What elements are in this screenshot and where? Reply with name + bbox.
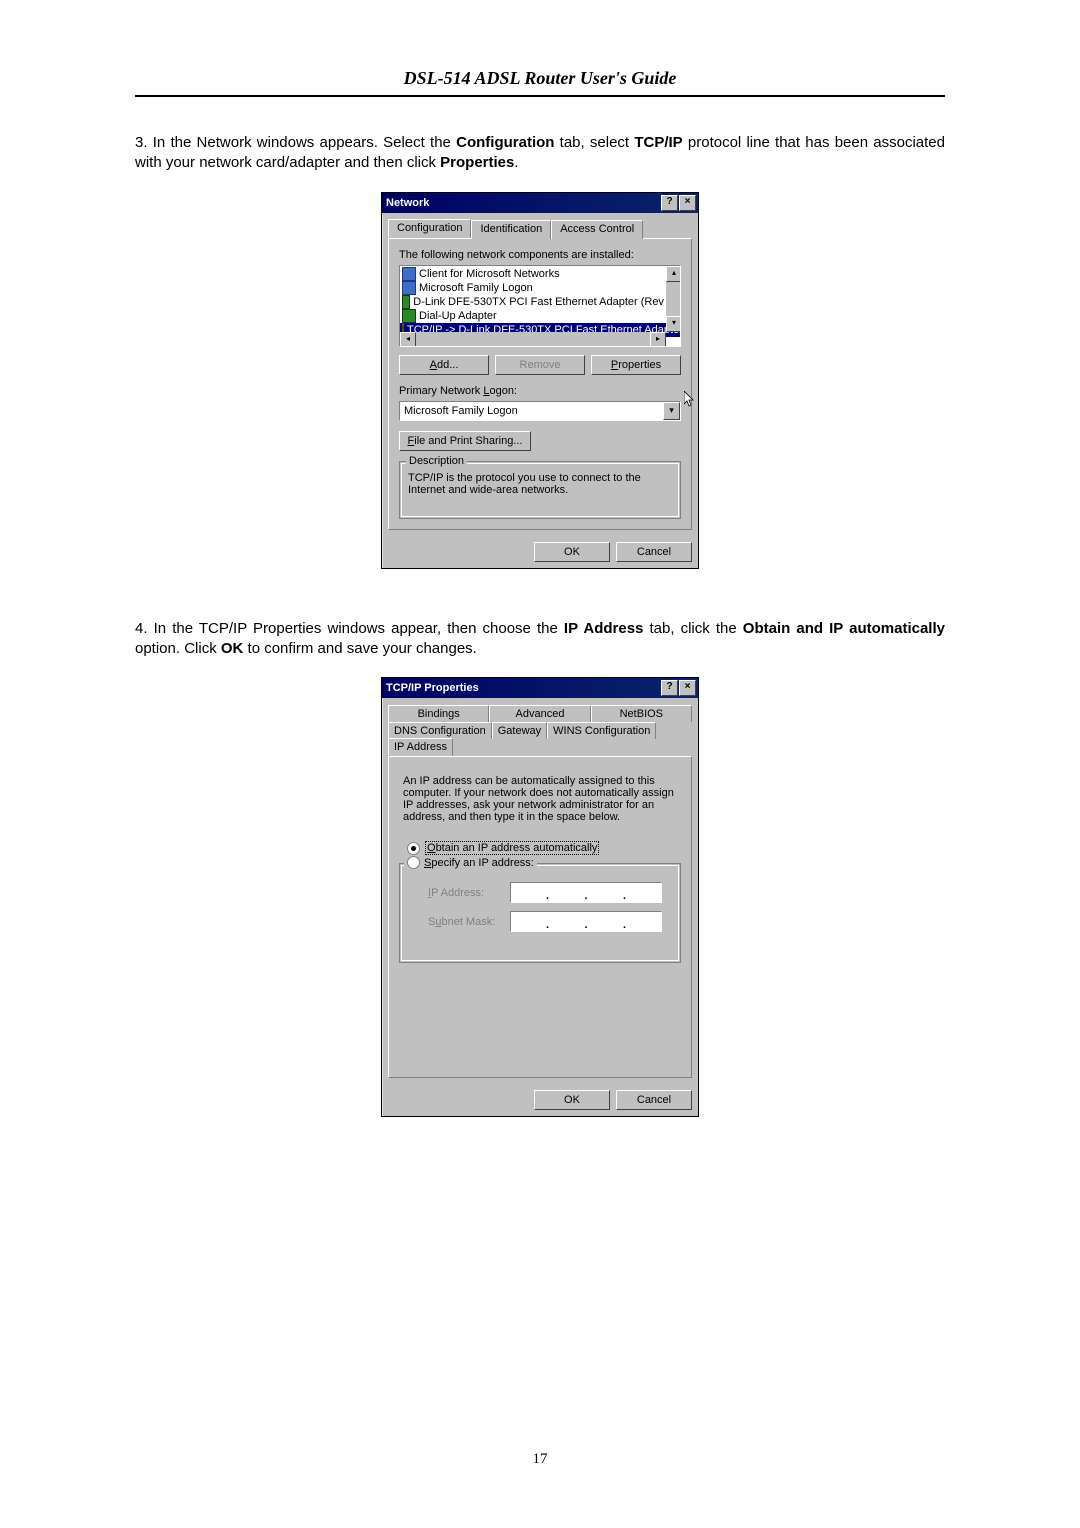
- close-icon[interactable]: ×: [679, 195, 696, 211]
- network-panel: The following network components are ins…: [388, 238, 692, 530]
- add-button[interactable]: Add...: [399, 355, 489, 375]
- tab-netbios[interactable]: NetBIOS: [591, 705, 692, 722]
- scrollbar-horizontal[interactable]: ◂ ▸: [400, 332, 666, 346]
- t: .: [514, 154, 518, 171]
- tcpip-title: TCP/IP Properties: [386, 682, 479, 694]
- components-listbox[interactable]: Client for Microsoft Networks Microsoft …: [399, 265, 681, 347]
- tcpip-tabs-row2: DNS Configuration Gateway WINS Configura…: [382, 721, 698, 756]
- list-item[interactable]: Microsoft Family Logon: [400, 281, 680, 295]
- ip-info-text: An IP address can be automatically assig…: [403, 775, 677, 823]
- ip-address-field[interactable]: . . .: [510, 882, 662, 903]
- b: TCP/IP: [634, 134, 682, 151]
- b: Properties: [440, 154, 514, 171]
- ok-button[interactable]: OK: [534, 542, 610, 562]
- obtain-auto-radio[interactable]: Obtain an IP address automatically: [407, 841, 681, 855]
- list-item[interactable]: Client for Microsoft Networks: [400, 267, 680, 281]
- tab-dns-config[interactable]: DNS Configuration: [388, 722, 492, 739]
- scroll-left-icon[interactable]: ◂: [400, 332, 416, 347]
- remove-button[interactable]: Remove: [495, 355, 585, 375]
- tab-ip-address[interactable]: IP Address: [388, 738, 453, 756]
- tcpip-titlebar[interactable]: TCP/IP Properties ? ×: [382, 678, 698, 698]
- chevron-down-icon[interactable]: ▾: [663, 402, 680, 420]
- radio-dot-icon: [407, 856, 420, 869]
- description-text: TCP/IP is the protocol you use to connec…: [408, 472, 672, 496]
- tab-gateway[interactable]: Gateway: [492, 722, 547, 739]
- client-icon: [402, 281, 416, 295]
- scroll-right-icon[interactable]: ▸: [650, 332, 666, 347]
- network-dialog: Network ? × Configuration Identification…: [381, 192, 699, 569]
- b: Configuration: [456, 134, 554, 151]
- close-icon[interactable]: ×: [679, 680, 696, 696]
- ok-button[interactable]: OK: [534, 1090, 610, 1110]
- cancel-button[interactable]: Cancel: [616, 542, 692, 562]
- tab-wins-config[interactable]: WINS Configuration: [547, 722, 656, 739]
- step3-text: 3. In the Network windows appears. Selec…: [135, 133, 945, 174]
- tab-identification[interactable]: Identification: [471, 220, 551, 239]
- primary-logon-combo[interactable]: Microsoft Family Logon ▾: [399, 401, 681, 421]
- specify-ip-radio[interactable]: [407, 856, 420, 869]
- list-item[interactable]: Dial-Up Adapter: [400, 309, 680, 323]
- step4-text: 4. In the TCP/IP Properties windows appe…: [135, 619, 945, 660]
- scroll-up-icon[interactable]: ▴: [666, 266, 681, 282]
- network-title: Network: [386, 197, 429, 209]
- description-group: Description TCP/IP is the protocol you u…: [399, 461, 681, 519]
- scrollbar-vertical[interactable]: ▴ ▾: [666, 266, 680, 332]
- tcpip-tabs-row1: Bindings Advanced NetBIOS: [382, 698, 698, 721]
- ip-address-row: IP Address: . . .: [428, 882, 672, 903]
- t: to confirm and save your changes.: [243, 640, 476, 657]
- nic-icon: [402, 309, 416, 323]
- list-item[interactable]: D-Link DFE-530TX PCI Fast Ethernet Adapt…: [400, 295, 680, 309]
- description-title: Description: [406, 455, 467, 467]
- b: IP Address: [564, 620, 643, 637]
- t: tab, click the: [643, 620, 742, 637]
- specify-ip-label: Specify an IP address:: [424, 857, 534, 869]
- b: OK: [221, 640, 244, 657]
- client-icon: [402, 267, 416, 281]
- components-label: The following network components are ins…: [399, 249, 681, 261]
- tab-access-control[interactable]: Access Control: [551, 220, 643, 239]
- t: tab, select: [554, 134, 634, 151]
- subnet-mask-field[interactable]: . . .: [510, 911, 662, 932]
- subnet-mask-label: Subnet Mask:: [428, 916, 498, 928]
- file-print-sharing-button[interactable]: File and Print Sharing...: [399, 431, 531, 451]
- primary-logon-value: Microsoft Family Logon: [404, 405, 518, 417]
- ip-address-label: IP Address:: [428, 887, 498, 899]
- tcpip-panel: An IP address can be automatically assig…: [388, 756, 692, 1078]
- help-icon[interactable]: ?: [661, 195, 678, 211]
- t: option. Click: [135, 640, 221, 657]
- scroll-down-icon[interactable]: ▾: [666, 316, 681, 332]
- properties-button[interactable]: Properties: [591, 355, 681, 375]
- radio-dot-icon: [407, 842, 420, 855]
- help-icon[interactable]: ?: [661, 680, 678, 696]
- tab-bindings[interactable]: Bindings: [388, 705, 489, 722]
- step3-num: 3.: [135, 134, 148, 151]
- t: In the TCP/IP Properties windows appear,…: [154, 620, 564, 637]
- page-header: DSL-514 ADSL Router User's Guide: [135, 68, 945, 97]
- step4-num: 4.: [135, 620, 148, 637]
- subnet-mask-row: Subnet Mask: . . .: [428, 911, 672, 932]
- network-tabs: Configuration Identification Access Cont…: [382, 213, 698, 238]
- tcpip-dialog: TCP/IP Properties ? × Bindings Advanced …: [381, 677, 699, 1117]
- page-number: 17: [0, 1451, 1080, 1468]
- primary-logon-label: Primary Network Logon:: [399, 385, 681, 397]
- network-titlebar[interactable]: Network ? ×: [382, 193, 698, 213]
- tab-configuration[interactable]: Configuration: [388, 219, 471, 238]
- t: In the Network windows appears. Select t…: [153, 134, 456, 151]
- specify-ip-group: Specify an IP address: IP Address: . . .…: [399, 863, 681, 963]
- tab-advanced[interactable]: Advanced: [489, 705, 590, 722]
- cancel-button[interactable]: Cancel: [616, 1090, 692, 1110]
- b: Obtain and IP automatically: [743, 620, 945, 637]
- nic-icon: [402, 295, 410, 309]
